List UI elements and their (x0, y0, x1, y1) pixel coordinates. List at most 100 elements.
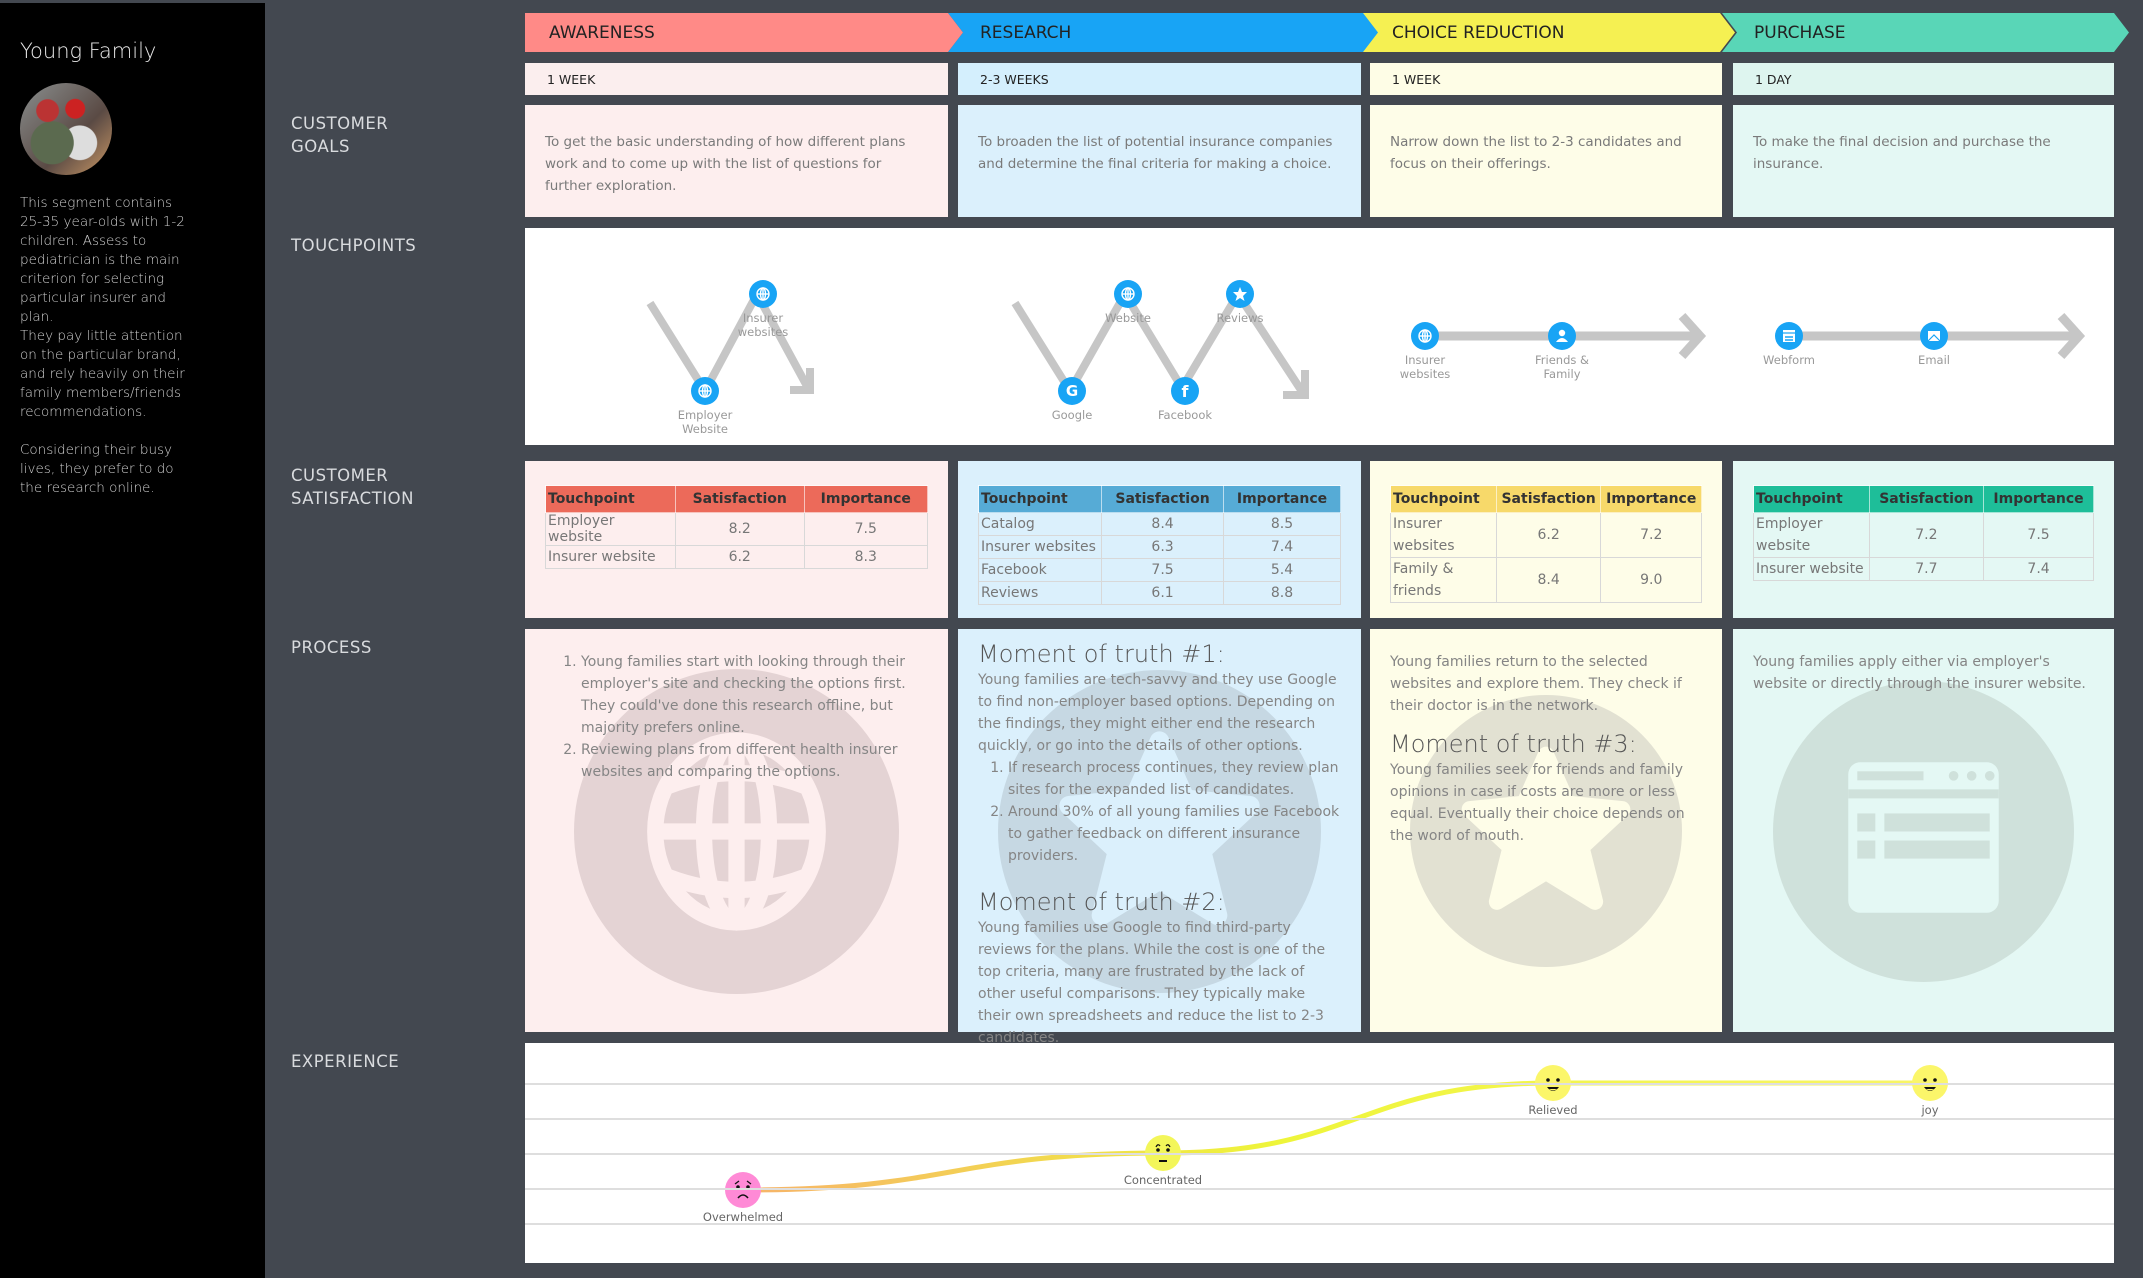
person-icon[interactable] (1548, 322, 1576, 350)
table-cell: Reviews (977, 581, 1103, 605)
table-row: Insurer website 6.2 8.3 (545, 545, 929, 569)
moment-of-truth-text: Young families are tech-savvy and they u… (978, 672, 1337, 754)
journey-path (1011, 290, 1307, 396)
table-row: Employer website 7.2 7.5 (1753, 512, 2094, 558)
journey-path (646, 290, 812, 395)
table-header-row: Touchpoint Satisfaction Importance (977, 485, 1341, 513)
table-cell: 6.2 (674, 545, 805, 569)
process-text: Young families start with looking throug… (525, 629, 948, 783)
stage-duration: 1 WEEK (1370, 63, 1722, 95)
process-card: Young families start with looking throug… (525, 629, 948, 1032)
gridline (525, 1153, 2114, 1155)
column-header: Satisfaction (1101, 485, 1224, 513)
stage-duration: 1 WEEK (525, 63, 948, 95)
row-label-experience: EXPERIENCE (291, 1052, 400, 1071)
process-text: Young families apply either via employer… (1733, 629, 2114, 695)
table-cell: 7.4 (1223, 535, 1341, 559)
table-row: Facebook 7.5 5.4 (977, 558, 1341, 582)
column-header: Satisfaction (1868, 485, 1985, 513)
gridline (525, 1118, 2114, 1120)
table-row: Catalog 8.4 8.5 (977, 512, 1341, 536)
table-row: Insurer websites 6.2 7.2 (1390, 512, 1702, 558)
satisfaction-card: Touchpoint Satisfaction Importance Catalog 8… (958, 461, 1361, 618)
satisfaction-table: Touchpoint Satisfaction Importance Insurer … (1390, 485, 1702, 603)
svg-text:G: G (1066, 382, 1078, 400)
table-cell: 7.5 (1983, 512, 2094, 558)
touchpoint-label: Employer Website (677, 408, 733, 436)
goal-text: To make the final decision and purchase … (1753, 134, 2051, 172)
touchpoint-label: Insurer websites (737, 311, 789, 339)
satisfaction-card: Touchpoint Satisfaction Importance Employer… (1733, 461, 2114, 618)
google-icon[interactable]: G (1058, 377, 1086, 405)
table-cell: 6.2 (1495, 512, 1602, 558)
facebook-icon[interactable]: f (1171, 377, 1199, 405)
emotion-label: Relieved (1528, 1103, 1578, 1117)
process-step: Reviewing plans from different health in… (581, 739, 928, 783)
table-cell: Insurer website (1753, 557, 1870, 581)
table-cell: 6.1 (1101, 581, 1224, 605)
column-header: Touchpoint (1753, 485, 1870, 513)
gridline (525, 1083, 2114, 1085)
row-label-satisfaction: CUSTOMER SATISFACTION (291, 466, 414, 508)
process-purchase-text: Young families apply either via employer… (1753, 654, 2086, 692)
table-row: Employer website 8.2 7.5 (545, 512, 929, 546)
row-label-process: PROCESS (291, 638, 372, 657)
experience-line (742, 1080, 1930, 1193)
globe-icon[interactable] (691, 377, 719, 405)
satisfaction-card: Touchpoint Satisfaction Importance Employer… (525, 461, 948, 618)
persona-title: Young Family (20, 39, 157, 63)
stage-header-research: RESEARCH (948, 13, 1378, 52)
goal-card: To get the basic understanding of how di… (525, 105, 948, 217)
stage-duration: 2-3 WEEKS (958, 63, 1361, 95)
globe-icon[interactable] (1114, 280, 1142, 308)
stage-name: CHOICE REDUCTION (1392, 22, 1565, 43)
table-cell: Insurer websites (977, 535, 1103, 559)
goal-text: To broaden the list of potential insuran… (978, 134, 1333, 172)
touchpoint-label: Reviews (1216, 311, 1264, 325)
table-cell: 7.5 (803, 512, 929, 546)
satisfaction-card: Touchpoint Satisfaction Importance Insurer … (1370, 461, 1722, 618)
column-header: Touchpoint (977, 485, 1103, 513)
column-header: Importance (1983, 485, 2094, 513)
star-icon[interactable] (1226, 280, 1254, 308)
satisfaction-table: Touchpoint Satisfaction Importance Employer… (1753, 485, 2094, 581)
process-step: Around 30% of all young families use Fac… (1008, 801, 1341, 867)
moment-of-truth-title: Moment of truth #1: (978, 640, 1225, 668)
table-cell: 8.8 (1223, 581, 1341, 605)
table-cell: Facebook (977, 558, 1103, 582)
emotion-label: joy (1921, 1103, 1939, 1117)
table-cell: Catalog (977, 512, 1103, 536)
globe-icon[interactable] (749, 280, 777, 308)
column-header: Importance (1223, 485, 1341, 513)
experience-chart: Overwhelmed Concentrated Relieved joy (525, 1043, 2114, 1263)
touchpoint-label: Webform (1763, 353, 1815, 367)
table-cell: 9.0 (1600, 557, 1702, 603)
stage-header-awareness: AWARENESS (525, 13, 963, 52)
emotion-label: Concentrated (1123, 1173, 1203, 1187)
globe-icon[interactable] (1411, 322, 1439, 350)
goal-card: Narrow down the list to 2-3 candidates a… (1370, 105, 1722, 217)
webform-icon[interactable] (1775, 322, 1803, 350)
process-step: If research process continues, they revi… (1008, 757, 1341, 801)
table-cell: Insurer website (545, 545, 676, 569)
touchpoint-label: Google (1051, 408, 1093, 422)
persona-sidebar: Young Family This segment contains 25-35… (0, 0, 265, 1278)
moment-of-truth-title: Moment of truth #3: (1390, 730, 1637, 758)
table-cell: 8.4 (1101, 512, 1224, 536)
email-icon[interactable] (1920, 322, 1948, 350)
touchpoint-label: Friends & Family (1535, 353, 1589, 381)
table-header-row: Touchpoint Satisfaction Importance (545, 485, 929, 513)
webform-bg-icon (1773, 680, 2074, 982)
process-card: Young families apply either via employer… (1733, 629, 2114, 1032)
touchpoint-label: Email (1918, 353, 1950, 367)
stage-header-purchase: PURCHASE (1722, 13, 2129, 52)
process-step: Young families start with looking throug… (581, 651, 928, 739)
process-text: Moment of truth #1: Young families are t… (958, 629, 1361, 1049)
process-text: Young families return to the selected we… (1370, 629, 1722, 847)
column-header: Satisfaction (1495, 485, 1602, 513)
emotion-label: Overwhelmed (702, 1210, 784, 1224)
goal-card: To make the final decision and purchase … (1733, 105, 2114, 217)
goal-text: To get the basic understanding of how di… (545, 134, 906, 194)
process-card: Moment of truth #1: Young families are t… (958, 629, 1361, 1046)
row-label-goals: CUSTOMER GOALS (291, 114, 389, 156)
